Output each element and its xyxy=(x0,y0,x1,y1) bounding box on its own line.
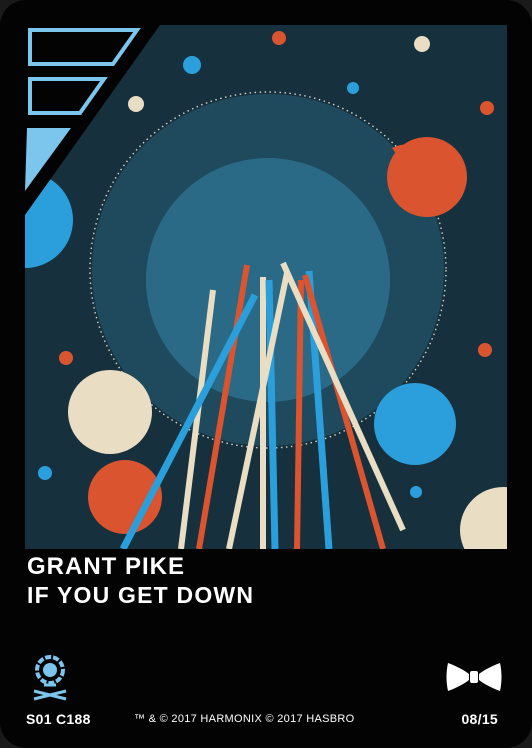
card-code: S01 C188 xyxy=(26,711,91,727)
bowtie-icon xyxy=(446,660,502,699)
card-number: 08/15 xyxy=(461,711,498,727)
song-title: IF YOU GET DOWN xyxy=(27,582,255,608)
lantern-icon xyxy=(30,655,70,706)
artist-name: GRANT PIKE xyxy=(27,553,186,580)
blue-circle-right xyxy=(374,383,456,465)
card-footer: S01 C188 ™ & © 2017 HARMONIX © 2017 HASB… xyxy=(26,710,498,730)
card-artwork xyxy=(25,25,507,549)
cream-circle-left xyxy=(68,370,152,454)
copyright-notice: ™ & © 2017 HARMONIX © 2017 HASBRO xyxy=(134,713,355,725)
music-card: GRANT PIKE IF YOU GET DOWN S01 C188 ™ & … xyxy=(0,0,532,748)
